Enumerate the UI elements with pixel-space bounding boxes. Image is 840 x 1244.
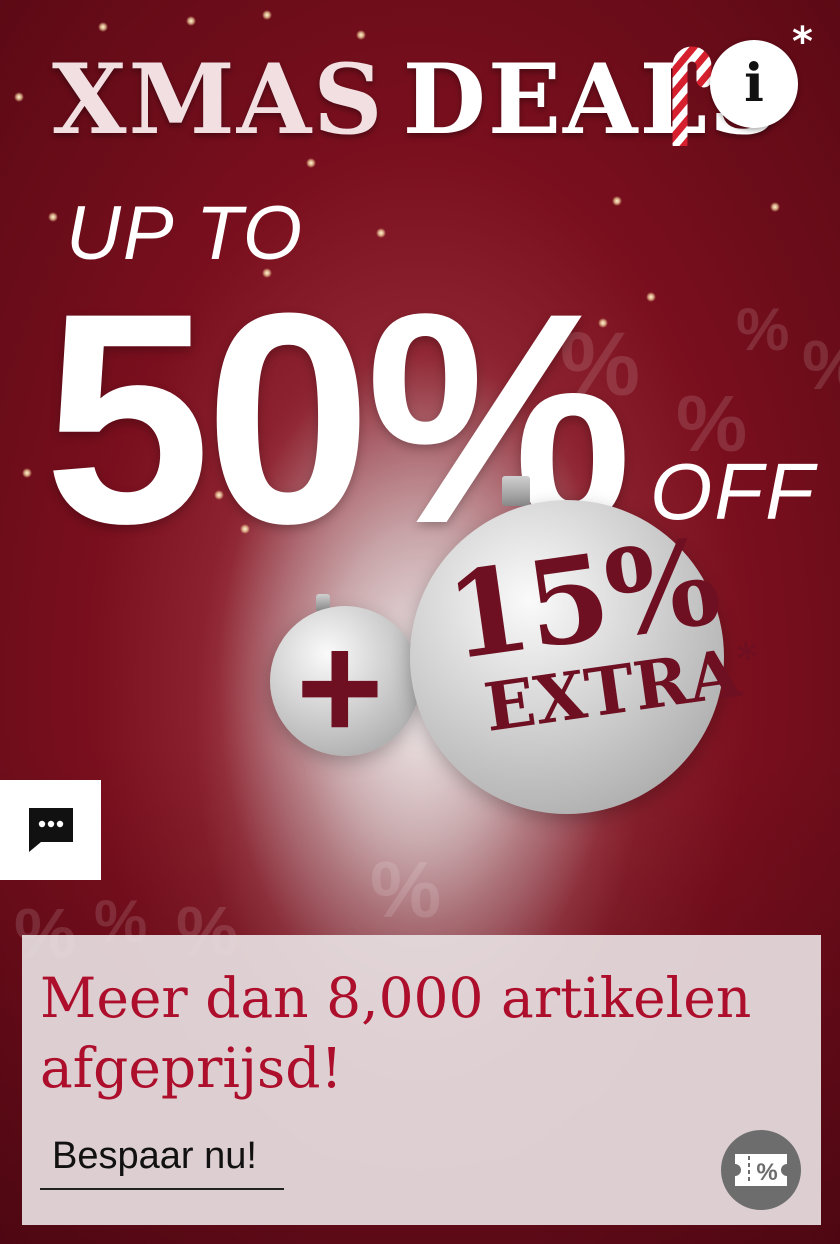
title-word-xmas: XMAS <box>52 43 385 156</box>
decorative-percent-sign: % <box>736 296 790 363</box>
sparkle <box>770 202 780 212</box>
promo-info-card: Meer dan 8,000 artikelen afgeprijsd! Bes… <box>22 935 821 1225</box>
sparkle <box>646 292 656 302</box>
coupon-button[interactable]: % <box>721 1130 801 1210</box>
info-button[interactable]: i <box>710 40 798 128</box>
info-icon: i <box>744 53 764 114</box>
sparkle <box>22 468 32 478</box>
sparkle <box>186 16 196 26</box>
sparkle <box>98 22 108 32</box>
sparkle <box>612 196 622 206</box>
extra-discount-label: 15% EXTRA* <box>438 511 765 746</box>
card-headline: Meer dan 8,000 artikelen afgeprijsd! <box>40 966 752 1100</box>
chat-bubble-icon <box>28 808 73 852</box>
ornament-cap <box>502 476 530 506</box>
decorative-percent-sign: % <box>370 845 442 934</box>
coupon-percent-icon: % <box>735 1154 787 1186</box>
save-now-link[interactable]: Bespaar nu! <box>40 1131 284 1190</box>
sparkle <box>306 158 316 168</box>
sparkle <box>48 212 58 222</box>
plus-sign: + <box>296 603 384 771</box>
svg-text:%: % <box>756 1159 777 1186</box>
sparkle <box>14 92 24 102</box>
decorative-percent-sign: % <box>802 330 840 400</box>
sparkle <box>356 30 366 40</box>
sparkle <box>376 228 386 238</box>
title-asterisk: * <box>792 19 813 65</box>
chat-button[interactable] <box>0 780 101 880</box>
sparkle <box>262 10 272 20</box>
